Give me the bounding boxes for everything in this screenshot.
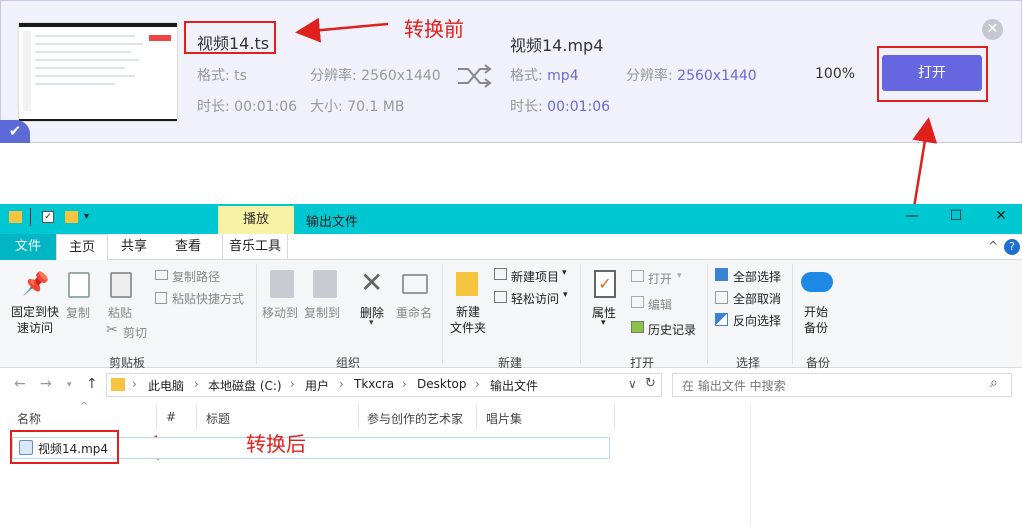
folder-icon xyxy=(9,211,22,223)
tab-music-tools[interactable]: 音乐工具 xyxy=(222,234,288,260)
tab-view[interactable]: 查看 xyxy=(166,234,210,260)
copy-button[interactable]: 复制 xyxy=(66,304,90,321)
move-to-icon xyxy=(270,270,294,298)
breadcrumb-local-disk[interactable]: 本地磁盘 (C:) xyxy=(208,377,282,394)
paste-shortcut-icon xyxy=(155,292,167,304)
collapse-ribbon-icon[interactable]: ^ xyxy=(988,239,998,253)
search-input[interactable]: 在 输出文件 中搜索 xyxy=(682,377,786,394)
tab-file[interactable]: 文件 xyxy=(0,234,56,260)
properties-icon: ✓ xyxy=(594,270,616,298)
open-dropdown-icon[interactable]: ▾ xyxy=(677,271,682,281)
new-folder-icon xyxy=(456,272,478,296)
select-none-button[interactable]: 全部取消 xyxy=(733,290,781,307)
before-annotation: 转换前 xyxy=(404,17,464,41)
delete-icon: ✕ xyxy=(360,266,384,299)
column-number[interactable]: # xyxy=(166,410,176,424)
breadcrumb-user[interactable]: Tkxcra xyxy=(354,377,394,391)
tab-home[interactable]: 主页 xyxy=(56,234,108,261)
group-clipboard: 剪贴板 xyxy=(108,356,145,370)
breadcrumb-users[interactable]: 用户 xyxy=(305,377,329,394)
pin-quick-access-button[interactable]: 固定到快 速访问 xyxy=(8,304,62,336)
history-icon xyxy=(631,321,644,333)
pin-icon: 📌 xyxy=(22,272,50,297)
video-file-icon xyxy=(19,440,33,455)
group-open: 打开 xyxy=(629,356,654,370)
invert-selection-icon xyxy=(715,313,728,326)
help-icon[interactable]: ? xyxy=(1004,239,1020,255)
cloud-backup-icon xyxy=(801,272,833,292)
explorer-titlebar xyxy=(0,204,1022,234)
copy-to-button[interactable]: 复制到 xyxy=(304,304,340,321)
delete-dropdown-icon[interactable]: ▾ xyxy=(369,318,374,328)
edit-icon xyxy=(631,296,644,308)
group-select: 选择 xyxy=(735,356,760,370)
tab-share[interactable]: 共享 xyxy=(112,234,156,260)
copy-to-icon xyxy=(313,270,337,298)
breadcrumb-output[interactable]: 输出文件 xyxy=(490,377,538,394)
open-file-button[interactable]: 打开 xyxy=(648,270,672,287)
select-all-icon xyxy=(715,268,728,281)
maximize-icon[interactable]: ☐ xyxy=(946,208,966,224)
new-folder-qa-icon[interactable] xyxy=(65,211,78,223)
select-all-button[interactable]: 全部选择 xyxy=(733,268,781,285)
rename-button[interactable]: 重命名 xyxy=(396,304,432,321)
copy-icon xyxy=(68,272,90,298)
paste-icon xyxy=(110,272,132,298)
minimize-icon[interactable]: — xyxy=(902,208,922,224)
paste-button[interactable]: 粘贴 xyxy=(108,304,132,321)
group-new: 新建 xyxy=(497,356,522,370)
close-window-icon[interactable]: ✕ xyxy=(991,208,1011,224)
easy-access-button[interactable]: 轻松访问 xyxy=(511,290,559,307)
file-name[interactable]: 视频14.mp4 xyxy=(38,440,108,457)
column-title[interactable]: 标题 xyxy=(206,410,230,427)
up-icon[interactable]: ↑ xyxy=(86,376,98,392)
column-artist[interactable]: 参与创作的艺术家 xyxy=(367,410,463,427)
breadcrumb-sep: › xyxy=(132,377,137,391)
address-dropdown-icon[interactable]: ∨ xyxy=(628,377,637,391)
new-folder-button[interactable]: 新建 文件夹 xyxy=(448,304,488,336)
properties-qa-icon[interactable]: ✓ xyxy=(42,211,54,223)
cut-button[interactable]: 剪切 xyxy=(123,324,147,341)
address-folder-icon xyxy=(111,378,125,391)
move-to-button[interactable]: 移动到 xyxy=(262,304,298,321)
edit-button[interactable]: 编辑 xyxy=(648,296,672,313)
refresh-icon[interactable]: ↻ xyxy=(645,376,656,391)
open-icon xyxy=(631,270,644,282)
breadcrumb-this-pc[interactable]: 此电脑 xyxy=(148,377,184,394)
rename-icon xyxy=(402,274,428,294)
column-name[interactable]: 名称 xyxy=(17,410,41,427)
paste-shortcut-button[interactable]: 粘贴快捷方式 xyxy=(172,290,244,307)
new-item-dropdown-icon[interactable]: ▾ xyxy=(562,268,567,278)
cut-icon: ✂ xyxy=(106,322,118,338)
recent-dropdown-icon[interactable]: ▾ xyxy=(67,380,72,390)
tab-play-contextual[interactable]: 播放 xyxy=(218,206,294,234)
qa-dropdown-icon[interactable]: ▾ xyxy=(84,211,89,222)
back-icon[interactable]: ← xyxy=(14,376,26,392)
group-backup: 备份 xyxy=(805,356,830,370)
search-icon[interactable]: ⌕ xyxy=(990,375,998,391)
invert-selection-button[interactable]: 反向选择 xyxy=(733,312,781,329)
after-annotation: 转换后 xyxy=(246,432,306,456)
select-none-icon xyxy=(715,291,728,304)
group-organize: 组织 xyxy=(335,356,360,370)
easy-access-icon xyxy=(494,291,507,303)
new-item-button[interactable]: 新建项目 xyxy=(511,268,559,285)
sort-ascending-icon: ^ xyxy=(80,401,89,412)
forward-icon[interactable]: → xyxy=(40,376,52,392)
history-button[interactable]: 历史记录 xyxy=(648,321,696,338)
copy-path-button[interactable]: 复制路径 xyxy=(172,268,220,285)
copy-path-icon xyxy=(155,270,168,280)
column-album[interactable]: 唱片集 xyxy=(486,410,522,427)
breadcrumb-desktop[interactable]: Desktop xyxy=(417,377,467,391)
properties-dropdown-icon[interactable]: ▾ xyxy=(601,318,606,328)
easy-access-dropdown-icon[interactable]: ▾ xyxy=(563,290,568,300)
new-item-icon xyxy=(494,268,507,280)
start-backup-button[interactable]: 开始 备份 xyxy=(802,304,830,336)
window-title: 输出文件 xyxy=(306,215,359,230)
